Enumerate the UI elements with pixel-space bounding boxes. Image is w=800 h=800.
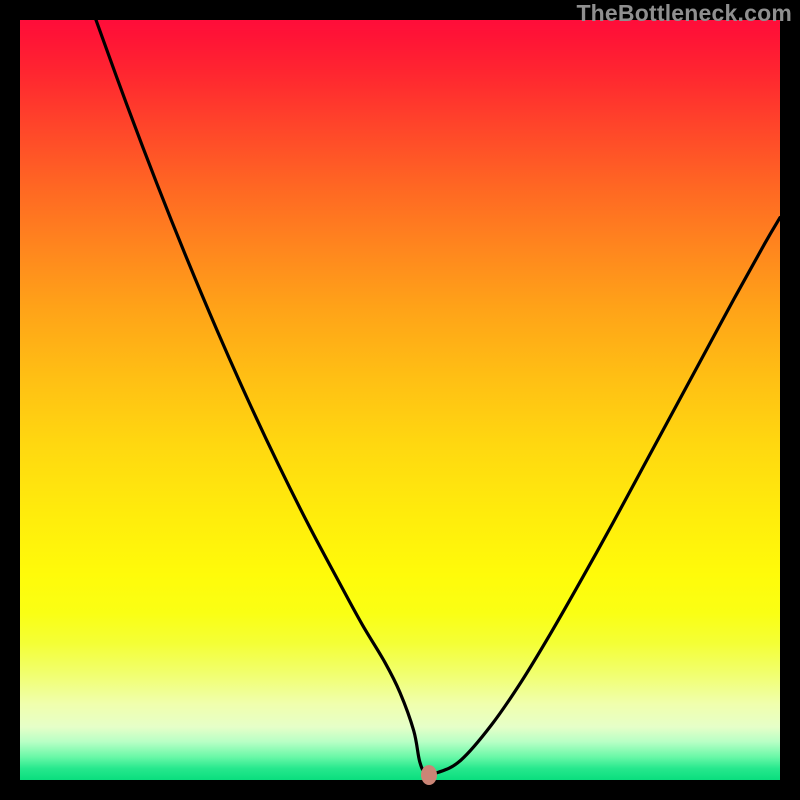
optimal-point-marker	[421, 765, 437, 785]
watermark-text: TheBottleneck.com	[576, 0, 792, 27]
bottleneck-curve	[20, 20, 780, 780]
chart-frame: TheBottleneck.com	[0, 0, 800, 800]
plot-area	[20, 20, 780, 780]
